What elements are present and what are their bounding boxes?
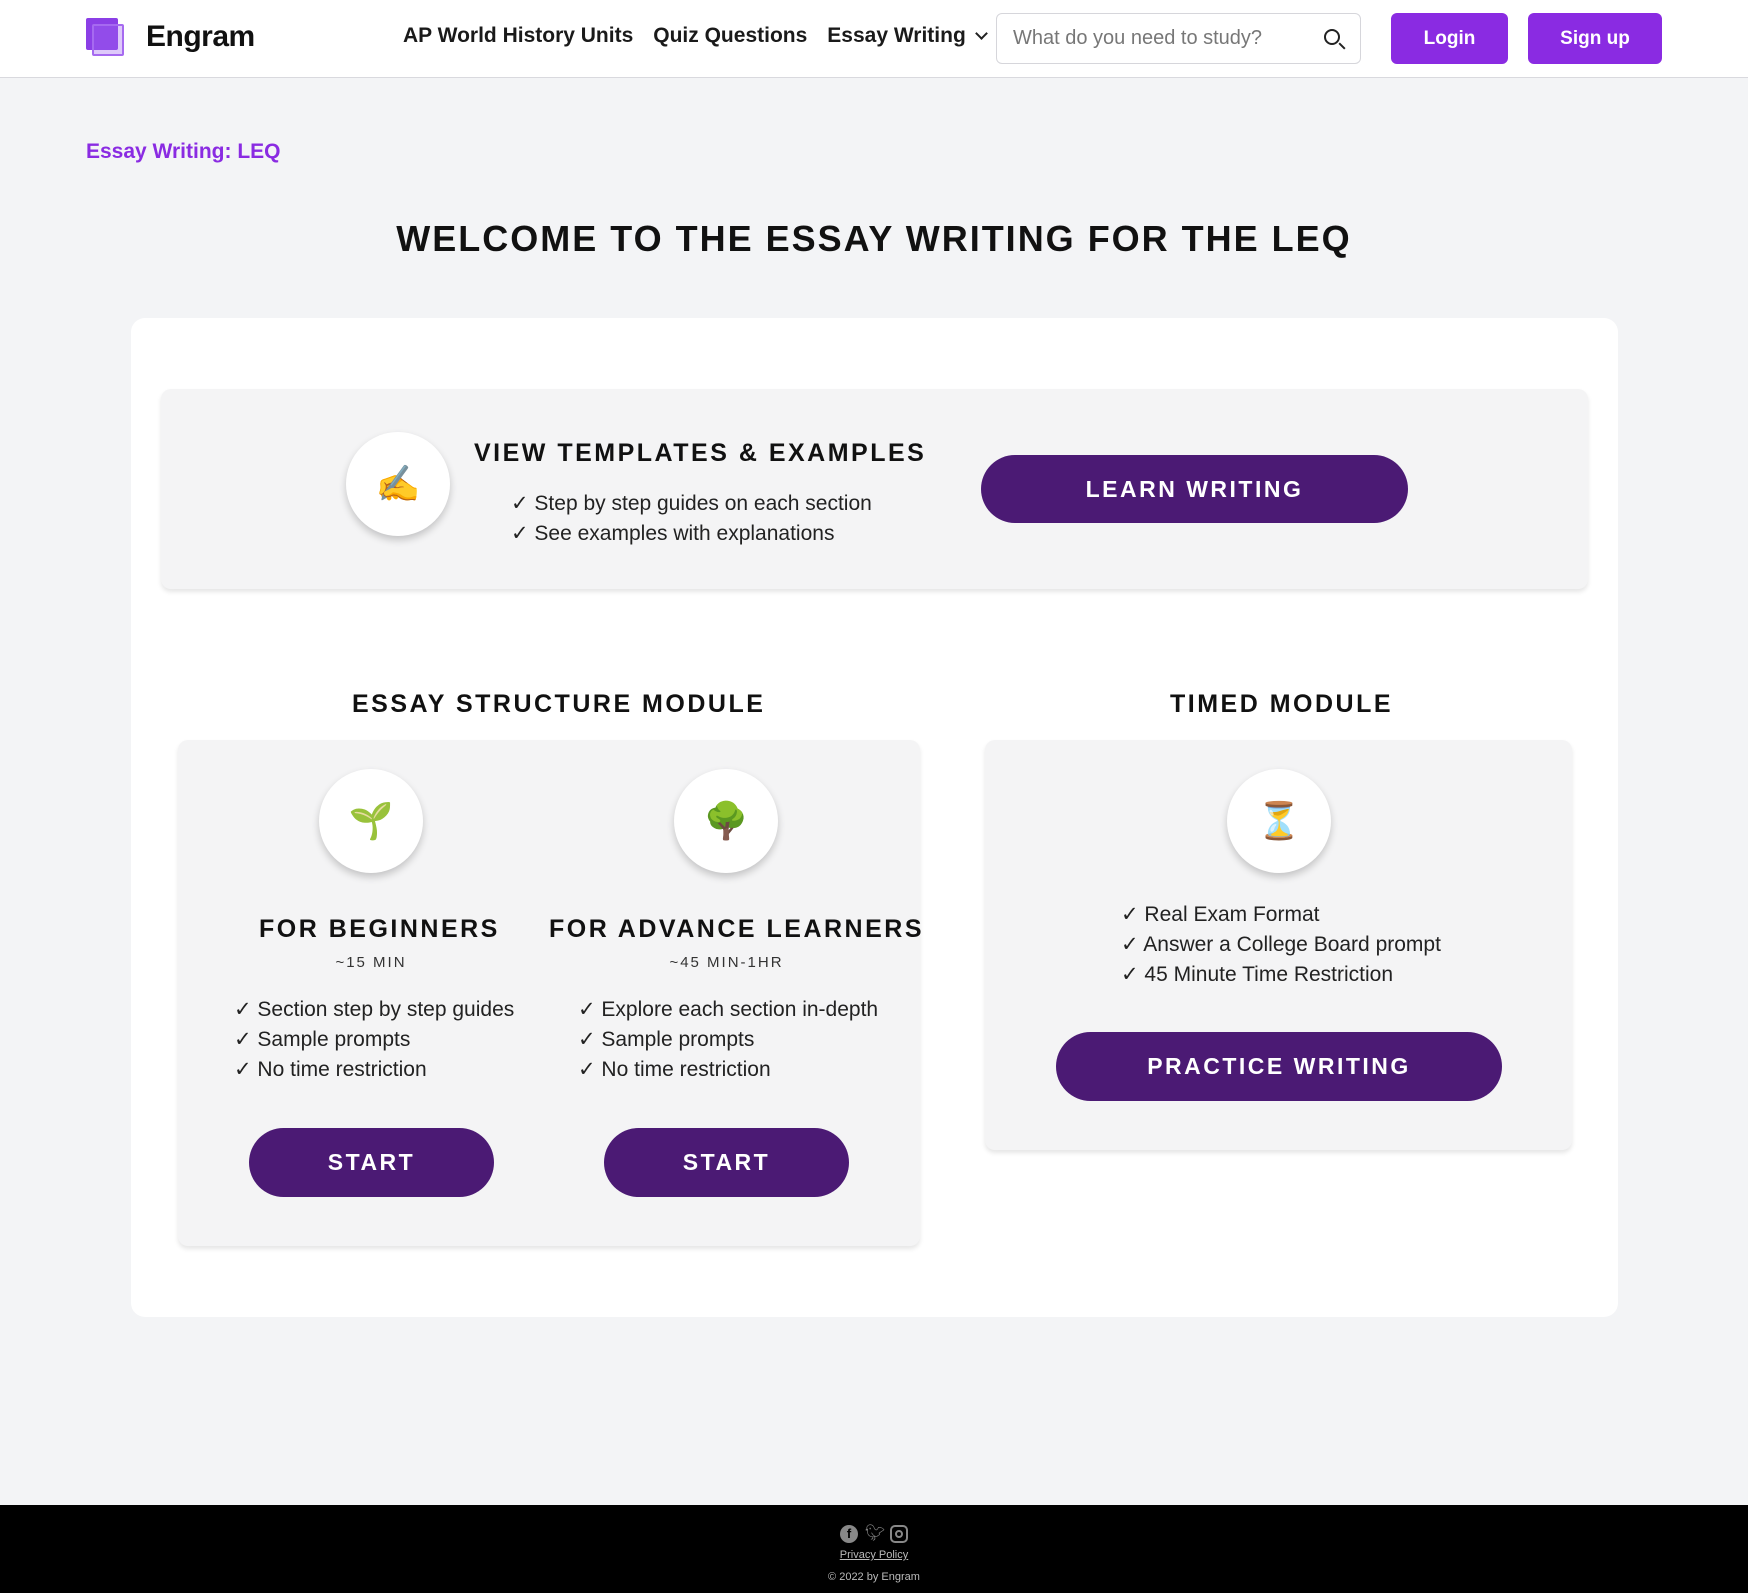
- main-card: ✍️ VIEW TEMPLATES & EXAMPLES ✓ Step by s…: [131, 318, 1618, 1317]
- list-item: ✓ Step by step guides on each section: [511, 492, 872, 515]
- advanced-points: ✓ Explore each section in-depth ✓ Sample…: [578, 995, 878, 1085]
- list-item: ✓ See examples with explanations: [511, 522, 835, 545]
- timed-module-heading: TIMED MODULE: [1170, 690, 1394, 718]
- structure-module-panel: 🌱 FOR BEGINNERS ~15 MIN ✓ Section step b…: [178, 740, 925, 1246]
- timed-module-panel: ⏳ ✓ Real Exam Format ✓ Answer a College …: [985, 740, 1572, 1150]
- advanced-heading: FOR ADVANCE LEARNERS: [549, 915, 925, 943]
- list-item: ✓ 45 Minute Time Restriction: [1121, 963, 1394, 986]
- search-input[interactable]: [997, 14, 1310, 63]
- nav-ap-world-history-units[interactable]: AP World History Units: [403, 24, 633, 48]
- main-nav: AP World History Units Quiz Questions Es…: [403, 24, 1006, 48]
- brand-logo[interactable]: Engram: [86, 18, 255, 56]
- learn-writing-button[interactable]: LEARN WRITING: [981, 455, 1408, 523]
- search-icon[interactable]: [1310, 14, 1360, 63]
- templates-panel: ✍️ VIEW TEMPLATES & EXAMPLES ✓ Step by s…: [161, 389, 1588, 589]
- beginners-duration: ~15 MIN: [335, 954, 407, 971]
- login-button[interactable]: Login: [1391, 13, 1508, 64]
- list-item: ✓ Explore each section in-depth: [578, 998, 879, 1021]
- practice-writing-button[interactable]: PRACTICE WRITING: [1056, 1032, 1502, 1101]
- list-item: ✓ No time restriction: [578, 1058, 771, 1081]
- structure-module-heading: ESSAY STRUCTURE MODULE: [352, 690, 766, 718]
- search-box: [996, 13, 1361, 64]
- brand-name: Engram: [146, 20, 255, 53]
- beginners-start-button[interactable]: START: [249, 1128, 494, 1197]
- advanced-start-button[interactable]: START: [604, 1128, 849, 1197]
- timed-points: ✓ Real Exam Format ✓ Answer a College Bo…: [1121, 900, 1441, 990]
- seedling-icon: 🌱: [319, 769, 423, 873]
- social-links: f 🐦︎: [0, 1525, 1748, 1543]
- list-item: ✓ Sample prompts: [578, 1028, 755, 1051]
- advanced-duration: ~45 MIN-1HR: [669, 954, 784, 971]
- beginners-points: ✓ Section step by step guides ✓ Sample p…: [234, 995, 514, 1085]
- list-item: ✓ Real Exam Format: [1121, 903, 1320, 926]
- nav-essay-writing-label: Essay Writing: [827, 24, 966, 47]
- twitter-icon[interactable]: 🐦︎: [865, 1525, 885, 1543]
- page-title: WELCOME TO THE ESSAY WRITING FOR THE LEQ: [396, 218, 1352, 259]
- list-item: ✓ Answer a College Board prompt: [1121, 933, 1441, 956]
- signup-button[interactable]: Sign up: [1528, 13, 1662, 64]
- top-navbar: Engram AP World History Units Quiz Quest…: [0, 0, 1748, 78]
- facebook-icon[interactable]: f: [840, 1525, 858, 1543]
- list-item: ✓ No time restriction: [234, 1058, 427, 1081]
- instagram-icon[interactable]: [890, 1525, 908, 1543]
- list-item: ✓ Section step by step guides: [234, 998, 515, 1021]
- beginners-heading: FOR BEGINNERS: [259, 915, 500, 943]
- copyright-text: © 2022 by Engram: [828, 1571, 920, 1583]
- writing-hand-icon: ✍️: [346, 432, 450, 536]
- hourglass-icon: ⏳: [1227, 769, 1331, 873]
- footer: f 🐦︎ Privacy Policy © 2022 by Engram: [0, 1505, 1748, 1593]
- logo-icon: [86, 18, 126, 56]
- tree-icon: 🌳: [674, 769, 778, 873]
- list-item: ✓ Sample prompts: [234, 1028, 411, 1051]
- breadcrumb[interactable]: Essay Writing: LEQ: [86, 140, 281, 164]
- nav-essay-writing-dropdown[interactable]: Essay Writing: [827, 24, 988, 48]
- templates-points: ✓ Step by step guides on each section ✓ …: [511, 489, 872, 549]
- privacy-policy-link[interactable]: Privacy Policy: [0, 1549, 1748, 1561]
- chevron-down-icon: [974, 27, 988, 40]
- nav-quiz-questions[interactable]: Quiz Questions: [653, 24, 807, 48]
- templates-heading: VIEW TEMPLATES & EXAMPLES: [474, 439, 927, 467]
